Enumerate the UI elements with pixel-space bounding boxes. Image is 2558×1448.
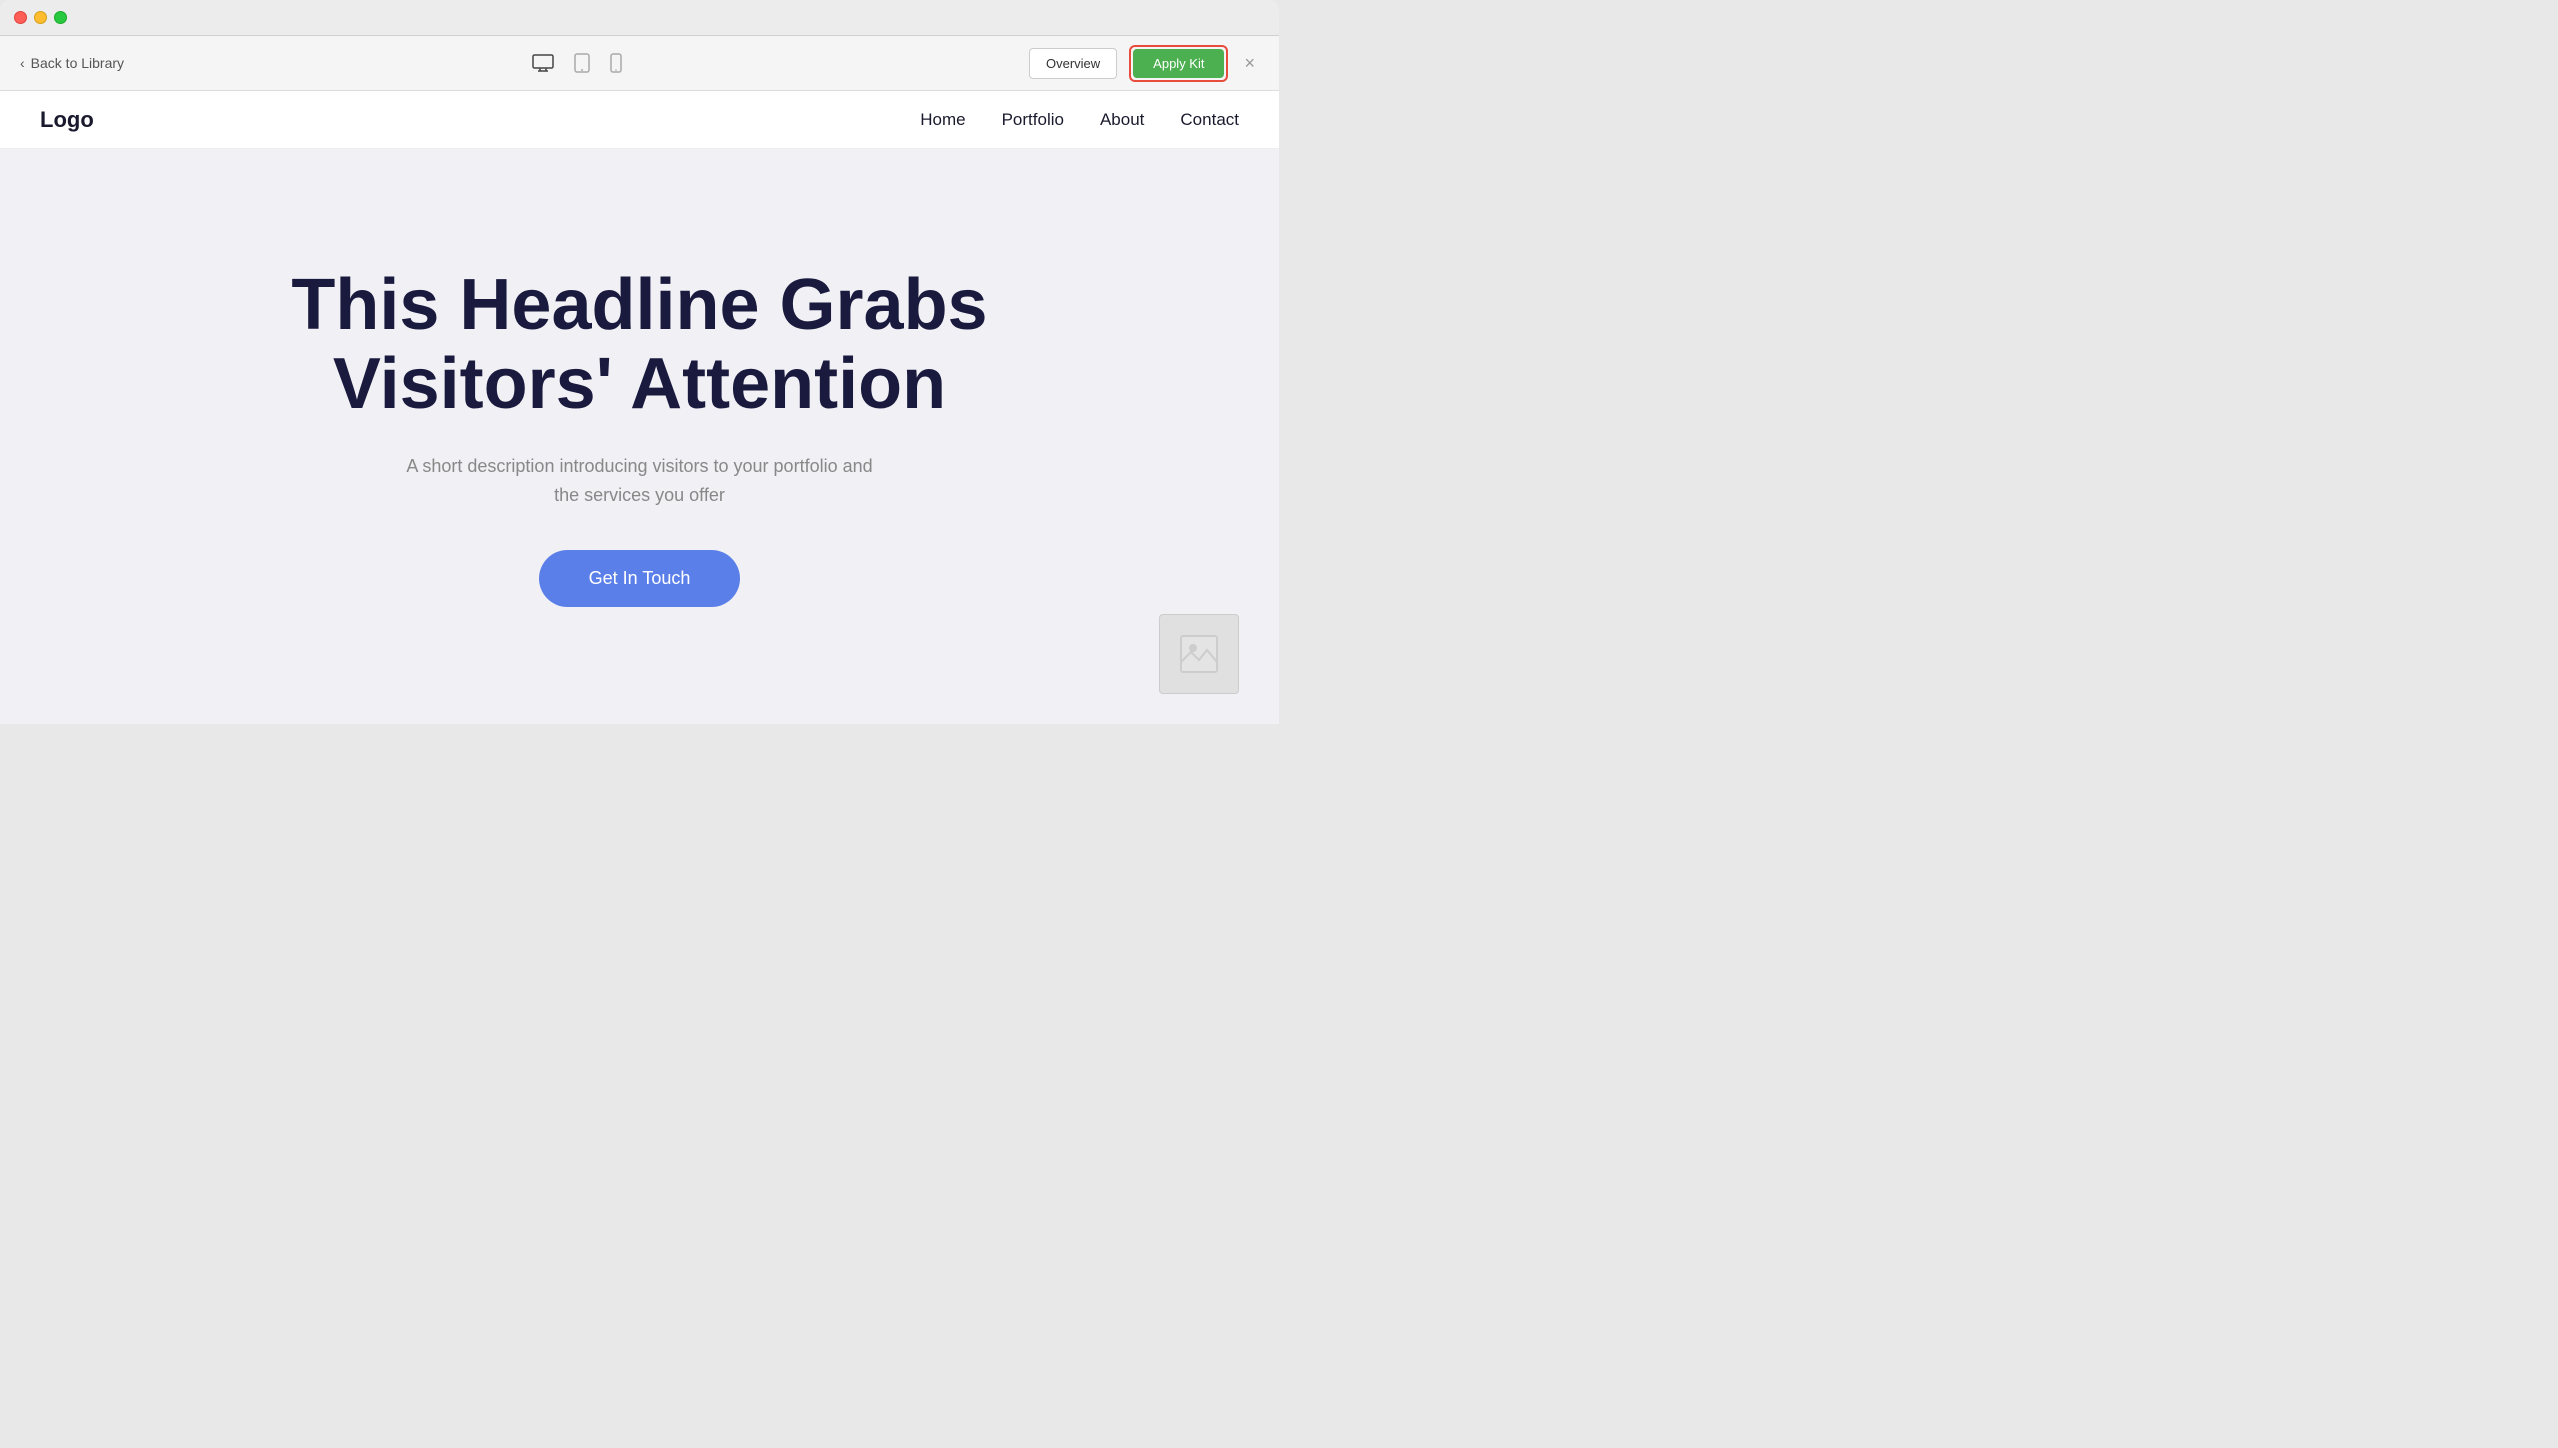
toolbar-left: ‹ Back to Library xyxy=(20,55,124,71)
placeholder-image-icon xyxy=(1179,634,1219,674)
hero-section: This Headline Grabs Visitors' Attention … xyxy=(0,149,1279,724)
desktop-view-button[interactable] xyxy=(532,54,554,72)
hero-description: A short description introducing visitors… xyxy=(400,452,880,510)
toolbar: ‹ Back to Library xyxy=(0,36,1279,91)
placeholder-image xyxy=(1159,614,1239,694)
site-logo: Logo xyxy=(40,107,94,133)
overview-button[interactable]: Overview xyxy=(1029,48,1117,79)
hero-headline: This Headline Grabs Visitors' Attention xyxy=(240,266,1040,424)
minimize-traffic-light[interactable] xyxy=(34,11,47,24)
back-arrow-icon: ‹ xyxy=(20,55,25,71)
main-content: Logo Home Portfolio About Contact This H… xyxy=(0,91,1279,724)
nav-item-portfolio[interactable]: Portfolio xyxy=(1002,110,1064,130)
site-navbar: Logo Home Portfolio About Contact xyxy=(0,91,1279,149)
close-button[interactable]: × xyxy=(1240,49,1259,78)
nav-item-about[interactable]: About xyxy=(1100,110,1144,130)
window-chrome xyxy=(0,0,1279,36)
close-traffic-light[interactable] xyxy=(14,11,27,24)
nav-item-contact[interactable]: Contact xyxy=(1180,110,1239,130)
traffic-lights xyxy=(14,11,67,24)
tablet-view-button[interactable] xyxy=(574,53,590,73)
apply-kit-button[interactable]: Apply Kit xyxy=(1133,49,1224,78)
site-nav: Home Portfolio About Contact xyxy=(920,110,1239,130)
nav-item-home[interactable]: Home xyxy=(920,110,965,130)
device-switcher xyxy=(532,53,622,73)
back-to-library-link[interactable]: ‹ Back to Library xyxy=(20,55,124,71)
apply-kit-wrapper: Apply Kit xyxy=(1129,45,1228,82)
cta-button[interactable]: Get In Touch xyxy=(539,550,741,607)
mobile-view-button[interactable] xyxy=(610,53,622,73)
toolbar-right: Overview Apply Kit × xyxy=(1029,45,1259,82)
back-to-library-label: Back to Library xyxy=(31,55,124,71)
fullscreen-traffic-light[interactable] xyxy=(54,11,67,24)
